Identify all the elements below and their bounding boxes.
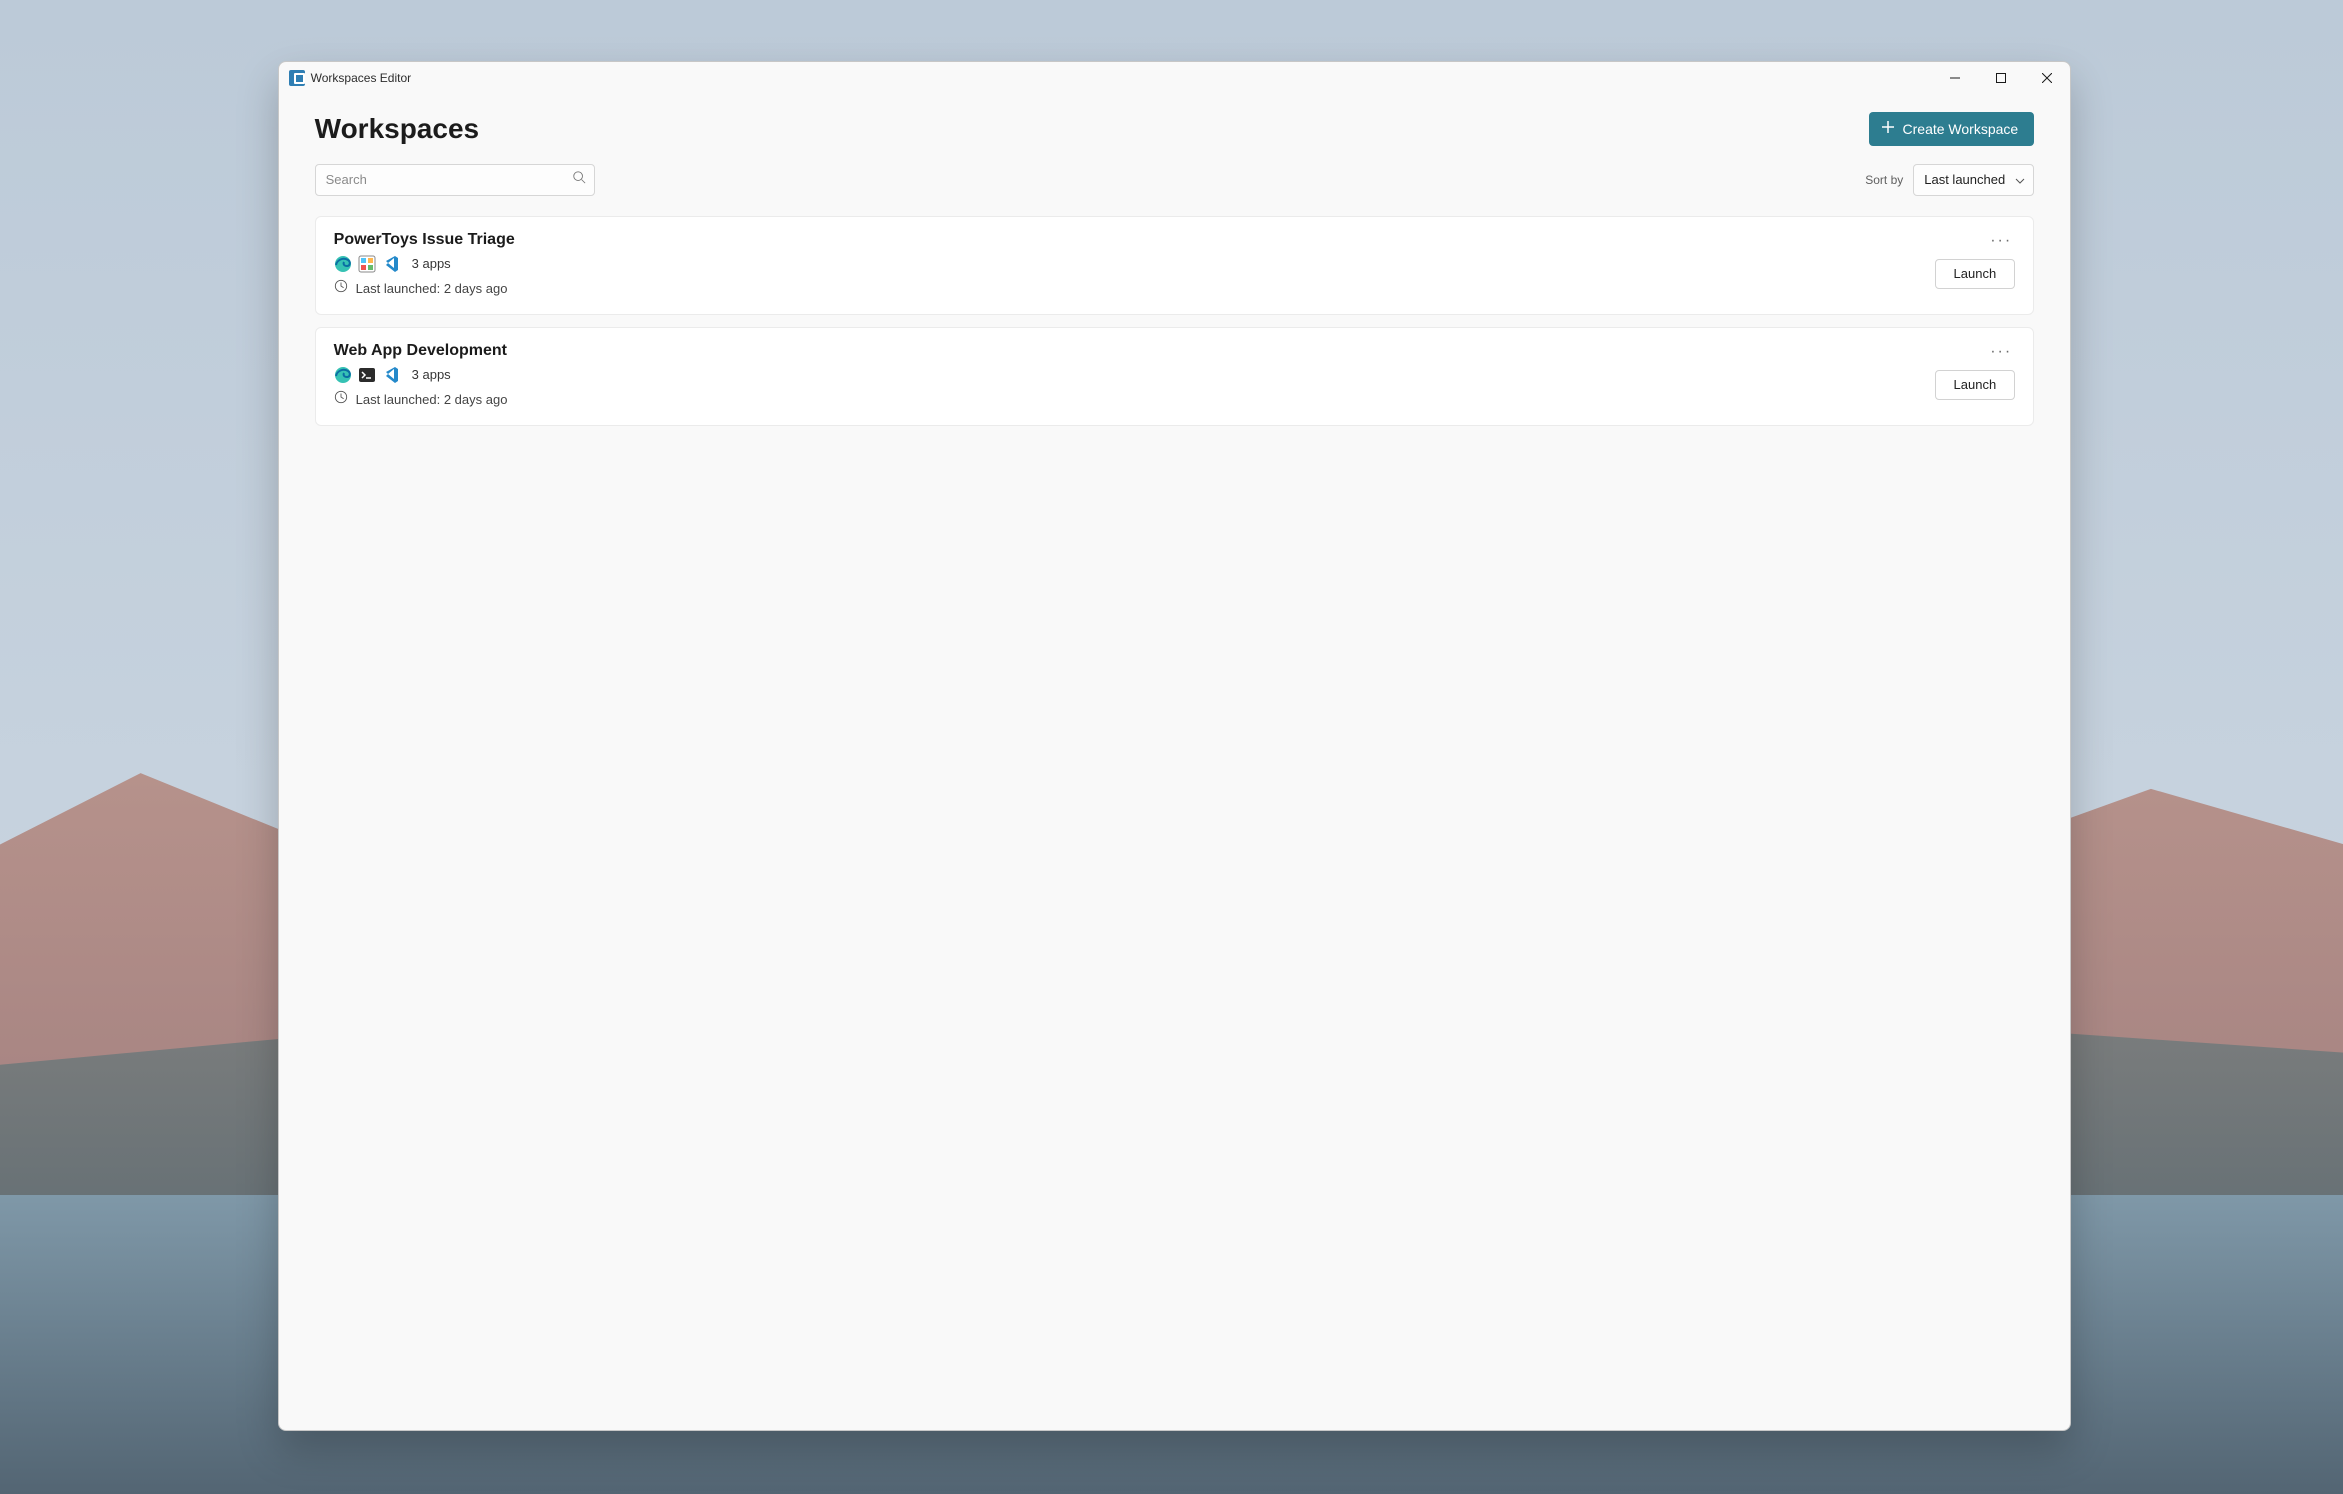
workspace-app-count: 3 apps <box>412 367 451 382</box>
header-row: Workspaces Create Workspace <box>315 112 2035 146</box>
search-icon <box>572 170 586 189</box>
window-title: Workspaces Editor <box>311 71 411 85</box>
edge-icon <box>334 366 352 384</box>
close-button[interactable] <box>2024 62 2070 94</box>
page-title: Workspaces <box>315 113 479 145</box>
create-workspace-label: Create Workspace <box>1903 121 2019 137</box>
edge-icon <box>334 255 352 273</box>
app-icon <box>289 70 305 86</box>
history-icon <box>334 279 348 298</box>
history-icon <box>334 390 348 409</box>
workspace-title: Web App Development <box>334 342 1935 360</box>
launch-button-label: Launch <box>1954 266 1997 281</box>
more-options-button[interactable]: ··· <box>1987 231 2015 251</box>
window-controls <box>1932 62 2070 94</box>
search-box[interactable] <box>315 164 595 196</box>
sort-dropdown[interactable]: Last launched <box>1913 164 2034 196</box>
content-area: Workspaces Create Workspace Sort by <box>279 94 2071 1431</box>
maximize-button[interactable] <box>1978 62 2024 94</box>
workspace-card[interactable]: Web App Development 3 apps <box>315 327 2035 426</box>
workspace-apps-row: 3 apps <box>334 366 1935 384</box>
minimize-button[interactable] <box>1932 62 1978 94</box>
workspace-meta-row: Last launched: 2 days ago <box>334 279 1935 298</box>
launch-button[interactable]: Launch <box>1935 370 2016 400</box>
powertoys-icon <box>358 255 376 273</box>
ellipsis-icon: ··· <box>1990 343 2012 361</box>
launch-button[interactable]: Launch <box>1935 259 2016 289</box>
create-workspace-button[interactable]: Create Workspace <box>1869 112 2035 146</box>
sort-dropdown-value: Last launched <box>1924 172 2005 187</box>
workspace-title: PowerToys Issue Triage <box>334 231 1935 249</box>
plus-icon <box>1881 120 1895 137</box>
search-input[interactable] <box>326 172 572 187</box>
workspace-app-count: 3 apps <box>412 256 451 271</box>
launch-button-label: Launch <box>1954 377 1997 392</box>
vscode-icon <box>382 255 400 273</box>
sort-group: Sort by Last launched <box>1865 164 2034 196</box>
sort-by-label: Sort by <box>1865 173 1903 187</box>
terminal-icon <box>358 366 376 384</box>
toolbar-row: Sort by Last launched <box>315 164 2035 196</box>
workspace-card[interactable]: PowerToys Issue Triage 3 apps <box>315 216 2035 315</box>
vscode-icon <box>382 366 400 384</box>
ellipsis-icon: ··· <box>1990 232 2012 250</box>
workspace-last-launched: Last launched: 2 days ago <box>356 392 508 407</box>
workspace-list: PowerToys Issue Triage 3 apps <box>315 216 2035 426</box>
workspace-apps-row: 3 apps <box>334 255 1935 273</box>
app-window: Workspaces Editor Workspaces Create Work… <box>278 61 2072 1432</box>
workspace-meta-row: Last launched: 2 days ago <box>334 390 1935 409</box>
more-options-button[interactable]: ··· <box>1987 342 2015 362</box>
titlebar: Workspaces Editor <box>279 62 2071 94</box>
workspace-last-launched: Last launched: 2 days ago <box>356 281 508 296</box>
